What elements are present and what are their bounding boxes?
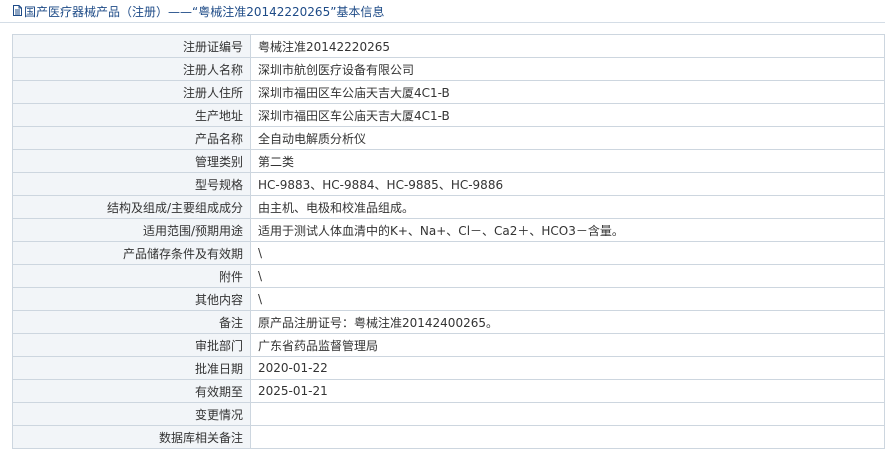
document-icon — [13, 4, 22, 16]
field-label: 注册人住所 — [12, 80, 251, 104]
field-label: 附件 — [12, 264, 251, 288]
field-value: 深圳市航创医疗设备有限公司 — [250, 57, 885, 81]
page-header: 国产医疗器械产品（注册）——“粤械注准20142220265”基本信息 — [0, 0, 885, 23]
field-label: 管理类别 — [12, 149, 251, 173]
field-value: HC-9883、HC-9884、HC-9885、HC-9886 — [250, 172, 885, 196]
field-label: 结构及组成/主要组成成分 — [12, 195, 251, 219]
field-label: 有效期至 — [12, 379, 251, 403]
field-value: 2025-01-21 — [250, 379, 885, 403]
table-row: 适用范围/预期用途 适用于测试人体血清中的K+、Na+、Cl－、Ca2＋、HCO3… — [12, 218, 885, 242]
field-value: 广东省药品监督管理局 — [250, 333, 885, 357]
table-row: 结构及组成/主要组成成分 由主机、电极和校准品组成。 — [12, 195, 885, 219]
table-row: 审批部门 广东省药品监督管理局 — [12, 333, 885, 357]
field-value: 深圳市福田区车公庙天吉大厦4C1-B — [250, 103, 885, 127]
field-value: \ — [250, 287, 885, 311]
table-row: 备注 原产品注册证号：粤械注准20142400265。 — [12, 310, 885, 334]
table-row: 产品名称 全自动电解质分析仪 — [12, 126, 885, 150]
field-label: 适用范围/预期用途 — [12, 218, 251, 242]
table-row: 注册人住所 深圳市福田区车公庙天吉大厦4C1-B — [12, 80, 885, 104]
table-row: 注册证编号 粤械注准20142220265 — [12, 34, 885, 58]
field-value: 深圳市福田区车公庙天吉大厦4C1-B — [250, 80, 885, 104]
field-value: 全自动电解质分析仪 — [250, 126, 885, 150]
table-row: 有效期至 2025-01-21 — [12, 379, 885, 403]
table-row: 生产地址 深圳市福田区车公庙天吉大厦4C1-B — [12, 103, 885, 127]
field-value — [250, 425, 885, 449]
table-row: 注册人名称 深圳市航创医疗设备有限公司 — [12, 57, 885, 81]
table-row: 变更情况 — [12, 402, 885, 426]
table-row: 型号规格 HC-9883、HC-9884、HC-9885、HC-9886 — [12, 172, 885, 196]
table-row: 管理类别 第二类 — [12, 149, 885, 173]
field-value: 第二类 — [250, 149, 885, 173]
field-label: 产品储存条件及有效期 — [12, 241, 251, 265]
table-row: 数据库相关备注 — [12, 425, 885, 449]
field-value: \ — [250, 264, 885, 288]
page-title: 国产医疗器械产品（注册）——“粤械注准20142220265”基本信息 — [24, 4, 385, 19]
field-label: 审批部门 — [12, 333, 251, 357]
field-label: 型号规格 — [12, 172, 251, 196]
field-label: 注册证编号 — [12, 34, 251, 58]
info-table: 注册证编号 粤械注准20142220265 注册人名称 深圳市航创医疗设备有限公司 注册… — [12, 34, 885, 449]
field-value: \ — [250, 241, 885, 265]
table-row: 产品储存条件及有效期 \ — [12, 241, 885, 265]
table-row: 其他内容 \ — [12, 287, 885, 311]
field-value: 由主机、电极和校准品组成。 — [250, 195, 885, 219]
field-value: 适用于测试人体血清中的K+、Na+、Cl－、Ca2＋、HCO3－含量。 — [250, 218, 885, 242]
table-row: 批准日期 2020-01-22 — [12, 356, 885, 380]
field-label: 其他内容 — [12, 287, 251, 311]
field-label: 变更情况 — [12, 402, 251, 426]
field-label: 备注 — [12, 310, 251, 334]
field-label: 数据库相关备注 — [12, 425, 251, 449]
field-value: 2020-01-22 — [250, 356, 885, 380]
field-value: 原产品注册证号：粤械注准20142400265。 — [250, 310, 885, 334]
field-value — [250, 402, 885, 426]
field-label: 产品名称 — [12, 126, 251, 150]
field-label: 注册人名称 — [12, 57, 251, 81]
field-label: 生产地址 — [12, 103, 251, 127]
field-value: 粤械注准20142220265 — [250, 34, 885, 58]
table-row: 附件 \ — [12, 264, 885, 288]
field-label: 批准日期 — [12, 356, 251, 380]
